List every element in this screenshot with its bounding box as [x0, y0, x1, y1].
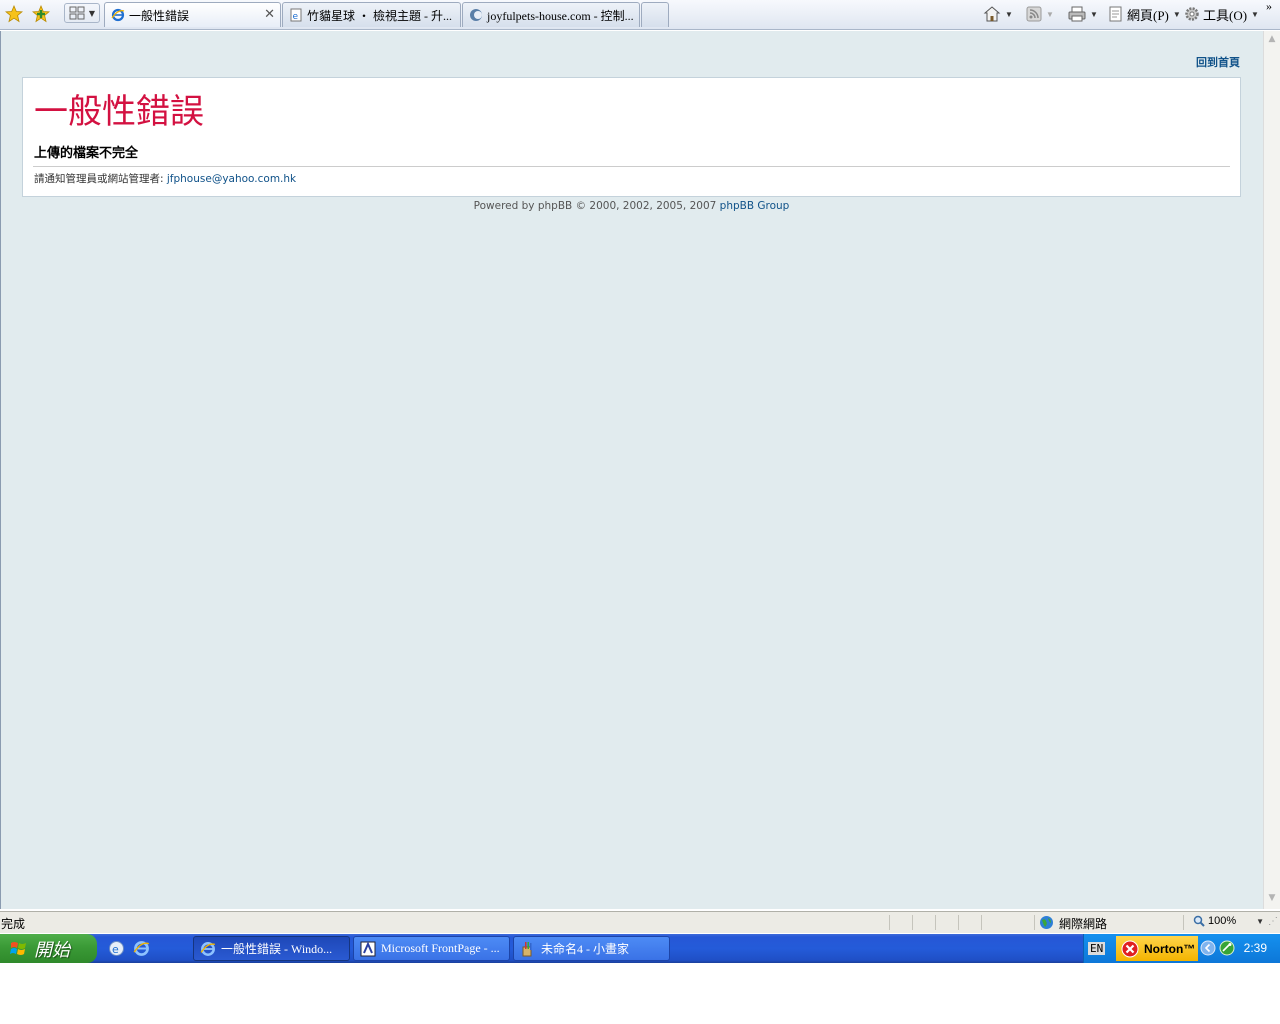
chevron-down-icon: ▼ — [1172, 9, 1181, 19]
task-label: 未命名4 - 小畫家 — [541, 942, 629, 956]
print-button[interactable]: ▼ — [1068, 4, 1098, 24]
frontpage-icon — [360, 941, 376, 956]
tab-label: joyfulpets-house.com - 控制... — [487, 8, 634, 23]
start-label: 開始 — [34, 939, 70, 960]
scroll-up-arrow-icon[interactable]: ▲ — [1266, 34, 1278, 48]
paint-icon — [522, 941, 532, 956]
status-bar: 完成 網際網路 100% ▼ ⋰ — [0, 911, 1280, 933]
toolbar-overflow-chevron-icon[interactable]: » — [1266, 0, 1272, 16]
tools-menu-label: 工具(O) — [1203, 7, 1248, 23]
svg-text:e: e — [293, 12, 299, 22]
rss-feed-icon — [1026, 6, 1042, 22]
favorites-star-icon[interactable] — [3, 3, 25, 25]
page-icon: e — [290, 8, 302, 22]
home-link[interactable]: 回到首頁 — [1196, 54, 1240, 70]
new-tab-button[interactable] — [641, 2, 669, 27]
chevron-down-icon: ▼ — [1090, 9, 1098, 19]
start-button[interactable]: 開始 — [0, 934, 97, 963]
norton-tray-item[interactable]: Norton™ — [1116, 936, 1198, 961]
site-favicon-icon — [470, 9, 482, 21]
network-status-icon[interactable] — [1219, 940, 1235, 956]
tab-view-topic[interactable]: e 竹貓星球 ‧ 檢視主題 - 升... — [282, 2, 461, 27]
feeds-button[interactable]: ▼ — [1026, 4, 1054, 24]
zoom-magnifier-icon — [1193, 915, 1205, 927]
admin-email-link[interactable]: jfphouse@yahoo.com.hk — [167, 173, 296, 185]
error-panel: 一般性錯誤 上傳的檔案不完全 請通知管理員或網站管理者: jfphouse@ya… — [22, 77, 1241, 197]
quick-tabs-button[interactable]: ▼ — [64, 3, 100, 23]
page-menu-icon — [1109, 6, 1122, 22]
phpbb-group-link[interactable]: phpBB Group — [720, 200, 790, 212]
gear-icon — [1185, 7, 1199, 21]
norton-alert-icon — [1121, 940, 1139, 957]
home-icon — [983, 6, 1001, 22]
notify-label: 請通知管理員或網站管理者: — [34, 173, 167, 185]
divider — [33, 166, 1230, 167]
quick-tabs-icon — [69, 6, 85, 20]
tab-general-error[interactable]: 一般性錯誤 ✕ — [104, 2, 281, 27]
internet-globe-icon — [1040, 916, 1053, 929]
zoom-control[interactable]: 100% ▼ — [1193, 915, 1264, 927]
scroll-down-arrow-icon[interactable]: ▼ — [1266, 893, 1278, 907]
ie-icon — [200, 941, 216, 956]
chevron-down-icon: ▼ — [1256, 916, 1265, 926]
vertical-scrollbar[interactable]: ▲ ▼ — [1263, 31, 1280, 909]
quick-launch-browser-icon[interactable]: e — [108, 940, 125, 957]
close-tab-icon[interactable]: ✕ — [264, 7, 275, 22]
notify-admin-text: 請通知管理員或網站管理者: jfphouse@yahoo.com.hk — [34, 171, 296, 186]
page-menu-label: 網頁(P) — [1127, 7, 1169, 23]
taskbar-item-ie[interactable]: 一般性錯誤 - Windo... — [193, 936, 350, 961]
chevron-down-icon: ▼ — [1005, 9, 1013, 19]
windows-logo-icon — [10, 941, 26, 955]
task-label: 一般性錯誤 - Windo... — [221, 942, 333, 956]
tab-label: 竹貓星球 ‧ 檢視主題 - 升... — [307, 8, 452, 23]
status-text: 完成 — [1, 917, 26, 931]
norton-label: Norton™ — [1144, 941, 1196, 956]
chevron-down-icon: ▼ — [1046, 9, 1054, 19]
taskbar-item-paint[interactable]: 未命名4 - 小畫家 — [513, 936, 670, 961]
svg-text:e: e — [112, 943, 119, 956]
system-tray: EN Norton™ 2:39 — [1083, 934, 1280, 963]
browser-toolbar: ▼ 一般性錯誤 ✕ e 竹貓星球 ‧ 檢視主題 - 升... joyfulpet… — [0, 0, 1280, 30]
printer-icon — [1068, 6, 1086, 22]
resize-grip-icon[interactable]: ⋰ — [1268, 916, 1278, 927]
powered-by-footer: Powered by phpBB © 2000, 2002, 2005, 200… — [0, 200, 1263, 212]
tray-expand-chevron-icon[interactable] — [1200, 940, 1216, 956]
language-indicator[interactable]: EN — [1088, 942, 1106, 955]
quick-launch-ie-icon[interactable] — [133, 940, 150, 957]
page-menu-button[interactable]: 網頁(P) ▼ — [1108, 4, 1181, 24]
tools-menu-button[interactable]: 工具(O) ▼ — [1184, 4, 1259, 24]
security-zone-label: 網際網路 — [1059, 917, 1108, 931]
task-label: Microsoft FrontPage - ... — [381, 941, 500, 955]
ie-icon — [111, 8, 125, 22]
home-button[interactable]: ▼ — [983, 4, 1013, 24]
tab-label: 一般性錯誤 — [129, 8, 190, 23]
chevron-down-icon: ▼ — [88, 8, 96, 18]
taskbar-item-frontpage[interactable]: Microsoft FrontPage - ... — [353, 936, 510, 961]
error-message: 上傳的檔案不完全 — [34, 145, 139, 160]
footer-text: Powered by phpBB © 2000, 2002, 2005, 200… — [473, 200, 720, 212]
add-favorites-icon[interactable] — [30, 3, 52, 25]
chevron-down-icon: ▼ — [1251, 9, 1259, 19]
system-clock: 2:39 — [1243, 941, 1267, 955]
tab-control-panel[interactable]: joyfulpets-house.com - 控制... — [462, 2, 640, 27]
error-title: 一般性錯誤 — [34, 94, 204, 131]
zoom-level: 100% — [1208, 915, 1237, 927]
windows-taskbar: 開始 e 一般性錯誤 - Windo... Microsoft FrontPag… — [0, 934, 1280, 963]
